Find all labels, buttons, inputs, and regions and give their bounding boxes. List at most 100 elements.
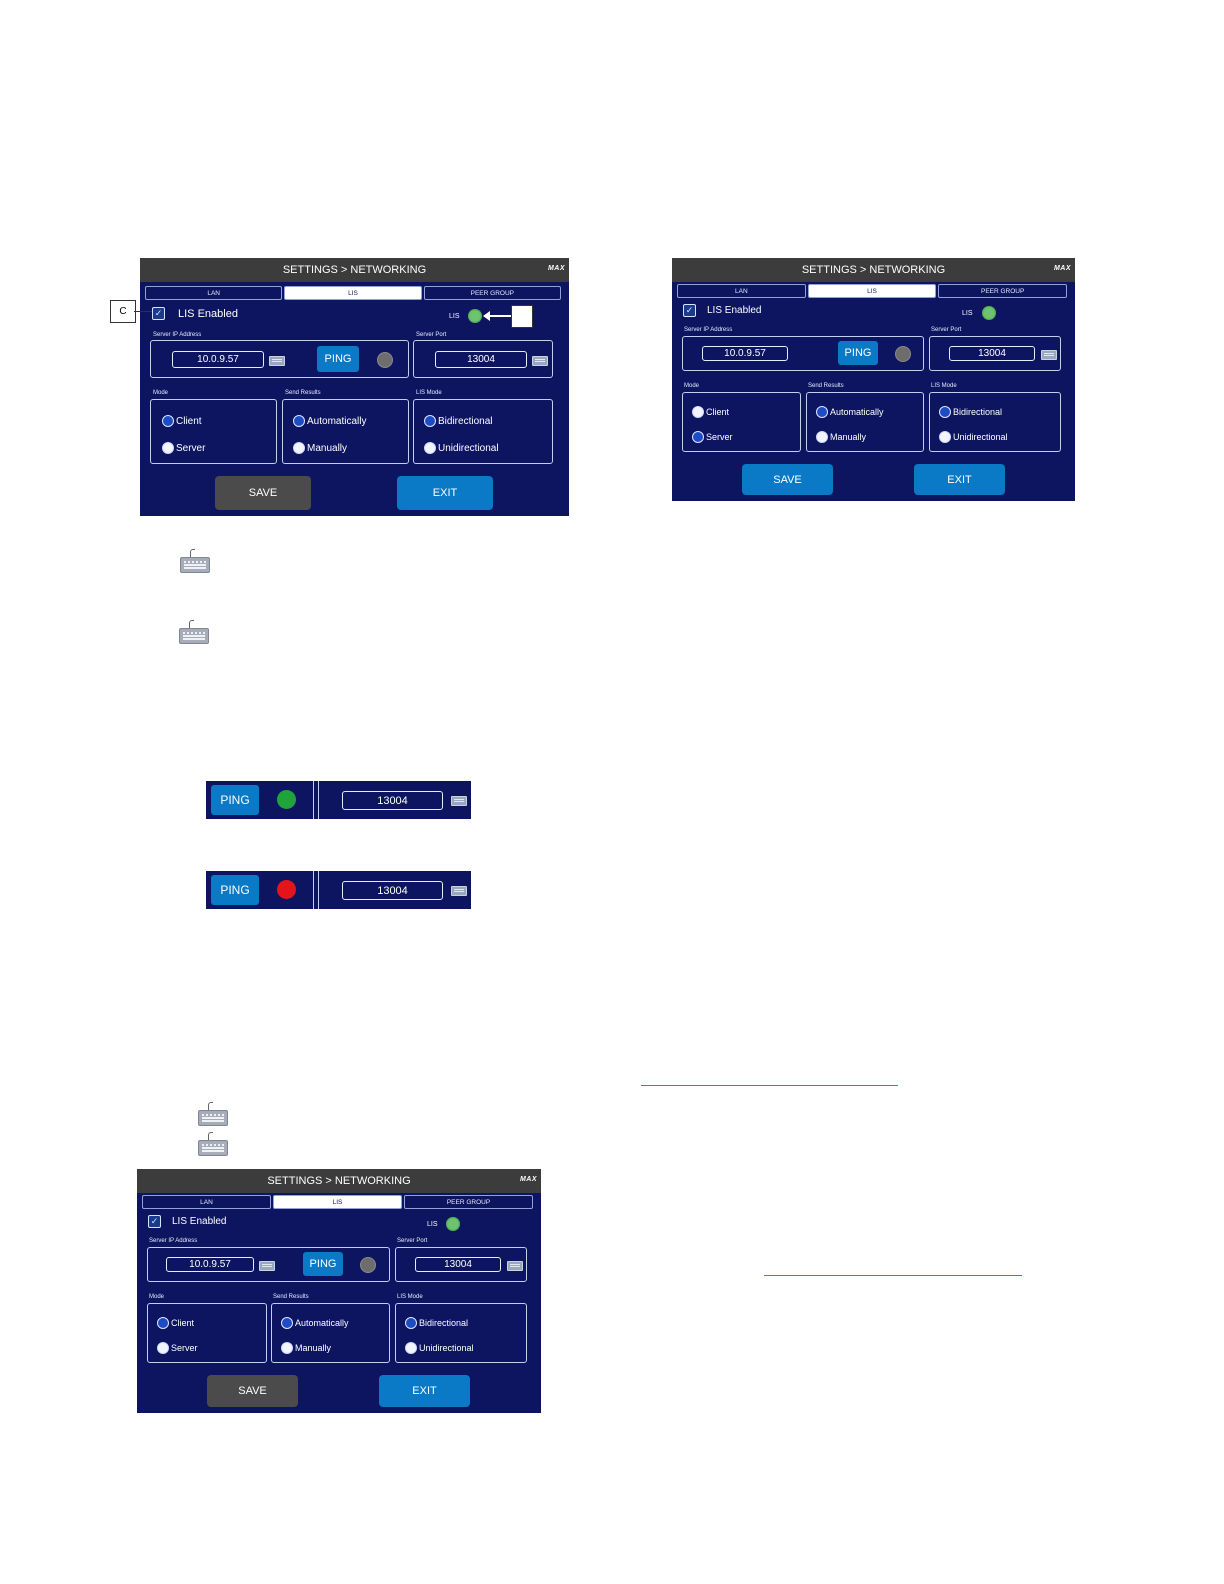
tab-bar: LAN LIS PEER GROUP xyxy=(145,286,561,300)
callout-c-leader xyxy=(134,311,152,312)
server-port-label: Server Port xyxy=(931,327,962,333)
send-manual-label: Manually xyxy=(307,443,348,454)
send-manual-radio[interactable] xyxy=(281,1342,293,1354)
send-auto-radio[interactable] xyxy=(281,1317,293,1329)
send-auto-radio[interactable] xyxy=(293,415,305,427)
send-manual-radio[interactable] xyxy=(293,442,305,454)
mode-client-radio[interactable] xyxy=(157,1317,169,1329)
port-field[interactable]: 13004 xyxy=(342,881,443,900)
keyboard-icon[interactable] xyxy=(1041,350,1057,360)
lis-enabled-checkbox[interactable]: ✓ xyxy=(152,307,165,320)
mode-label: Mode xyxy=(684,383,700,389)
exit-button[interactable]: EXIT xyxy=(914,464,1005,495)
lis-mode-box xyxy=(929,392,1061,452)
server-port-label: Server Port xyxy=(416,332,447,338)
lis-unidirectional-radio[interactable] xyxy=(424,442,436,454)
lis-bidirectional-radio[interactable] xyxy=(939,406,951,418)
save-button[interactable]: SAVE xyxy=(742,464,833,495)
lis-enabled-label: LIS Enabled xyxy=(178,308,238,320)
server-ip-label: Server IP Address xyxy=(684,327,733,333)
save-button[interactable]: SAVE xyxy=(215,476,311,510)
tab-lan[interactable]: LAN xyxy=(677,284,806,298)
link-underline[interactable] xyxy=(641,1085,898,1086)
keyboard-icon[interactable] xyxy=(507,1261,523,1271)
lis-status-led xyxy=(446,1217,460,1231)
exit-button[interactable]: EXIT xyxy=(397,476,493,510)
tab-lis[interactable]: LIS xyxy=(807,284,937,298)
server-ip-input[interactable]: 10.0.9.57 xyxy=(172,351,264,368)
lis-indicator-label: LIS xyxy=(449,313,460,320)
title-bar: SETTINGS > NETWORKING MAX xyxy=(140,258,569,282)
ping-button[interactable]: PING xyxy=(317,346,359,372)
link-underline[interactable] xyxy=(764,1275,1022,1276)
callout-d xyxy=(511,305,533,328)
ping-success-strip: PING 13004 xyxy=(206,781,471,819)
lis-bidirectional-label: Bidirectional xyxy=(438,416,493,427)
tab-peer-group[interactable]: PEER GROUP xyxy=(938,284,1068,298)
tab-lis[interactable]: LIS xyxy=(273,1195,402,1209)
keyboard-icon[interactable] xyxy=(532,356,548,366)
send-auto-label: Automatically xyxy=(295,1318,349,1328)
send-auto-radio[interactable] xyxy=(816,406,828,418)
divider xyxy=(318,781,319,819)
ping-button[interactable]: PING xyxy=(211,785,259,815)
tab-lis[interactable]: LIS xyxy=(284,286,422,300)
ping-button[interactable]: PING xyxy=(211,875,259,905)
lis-bidirectional-radio[interactable] xyxy=(405,1317,417,1329)
tab-lan[interactable]: LAN xyxy=(142,1195,271,1209)
keyboard-icon[interactable] xyxy=(451,886,467,896)
keyboard-icon[interactable] xyxy=(259,1261,275,1271)
mode-server-radio[interactable] xyxy=(162,442,174,454)
lis-mode-label: LIS Mode xyxy=(416,390,442,396)
ping-failure-strip: PING 13004 xyxy=(206,871,471,909)
ping-button[interactable]: PING xyxy=(838,341,878,365)
tab-lan[interactable]: LAN xyxy=(145,286,283,300)
server-port-input[interactable]: 13004 xyxy=(415,1257,501,1272)
ping-button[interactable]: PING xyxy=(303,1252,343,1276)
keyboard-icon xyxy=(198,1102,228,1126)
tab-peer-group[interactable]: PEER GROUP xyxy=(423,286,561,300)
tab-bar: LAN LIS PEER GROUP xyxy=(677,284,1068,298)
send-manual-label: Manually xyxy=(295,1343,332,1353)
server-ip-input[interactable]: 10.0.9.57 xyxy=(702,346,788,361)
server-port-input[interactable]: 13004 xyxy=(949,346,1035,361)
lis-enabled-checkbox[interactable]: ✓ xyxy=(683,304,696,317)
lis-status-led xyxy=(982,306,996,320)
keyboard-icon xyxy=(180,549,210,573)
lis-unidirectional-radio[interactable] xyxy=(405,1342,417,1354)
mode-client-label: Client xyxy=(171,1318,195,1328)
tab-peer-group[interactable]: PEER GROUP xyxy=(404,1195,533,1209)
mode-box xyxy=(682,392,801,452)
max-logo: MAX xyxy=(1053,265,1071,272)
send-manual-label: Manually xyxy=(830,432,867,442)
lis-enabled-checkbox[interactable]: ✓ xyxy=(148,1215,161,1228)
mode-server-radio[interactable] xyxy=(157,1342,169,1354)
send-manual-radio[interactable] xyxy=(816,431,828,443)
callout-d-arrow xyxy=(487,315,511,317)
ping-success-led xyxy=(277,790,296,809)
lis-enabled-label: LIS Enabled xyxy=(172,1216,227,1227)
send-results-box xyxy=(282,399,409,464)
lis-enabled-label: LIS Enabled xyxy=(707,305,762,316)
mode-box xyxy=(150,399,277,464)
mode-server-label: Server xyxy=(176,443,206,454)
server-port-input[interactable]: 13004 xyxy=(435,351,527,368)
lis-mode-label: LIS Mode xyxy=(931,383,957,389)
exit-button[interactable]: EXIT xyxy=(379,1375,470,1407)
mode-client-label: Client xyxy=(706,407,730,417)
mode-server-radio[interactable] xyxy=(692,431,704,443)
mode-client-radio[interactable] xyxy=(162,415,174,427)
lis-unidirectional-radio[interactable] xyxy=(939,431,951,443)
save-button[interactable]: SAVE xyxy=(207,1375,298,1407)
lis-bidirectional-radio[interactable] xyxy=(424,415,436,427)
send-results-label: Send Results xyxy=(285,390,321,396)
port-field[interactable]: 13004 xyxy=(342,791,443,810)
divider xyxy=(318,871,319,909)
keyboard-icon[interactable] xyxy=(451,796,467,806)
keyboard-icon[interactable] xyxy=(269,356,285,366)
server-ip-input[interactable]: 10.0.9.57 xyxy=(166,1257,254,1272)
keyboard-icon xyxy=(179,620,209,644)
ping-status-led xyxy=(377,352,393,368)
send-results-box xyxy=(806,392,924,452)
mode-client-radio[interactable] xyxy=(692,406,704,418)
